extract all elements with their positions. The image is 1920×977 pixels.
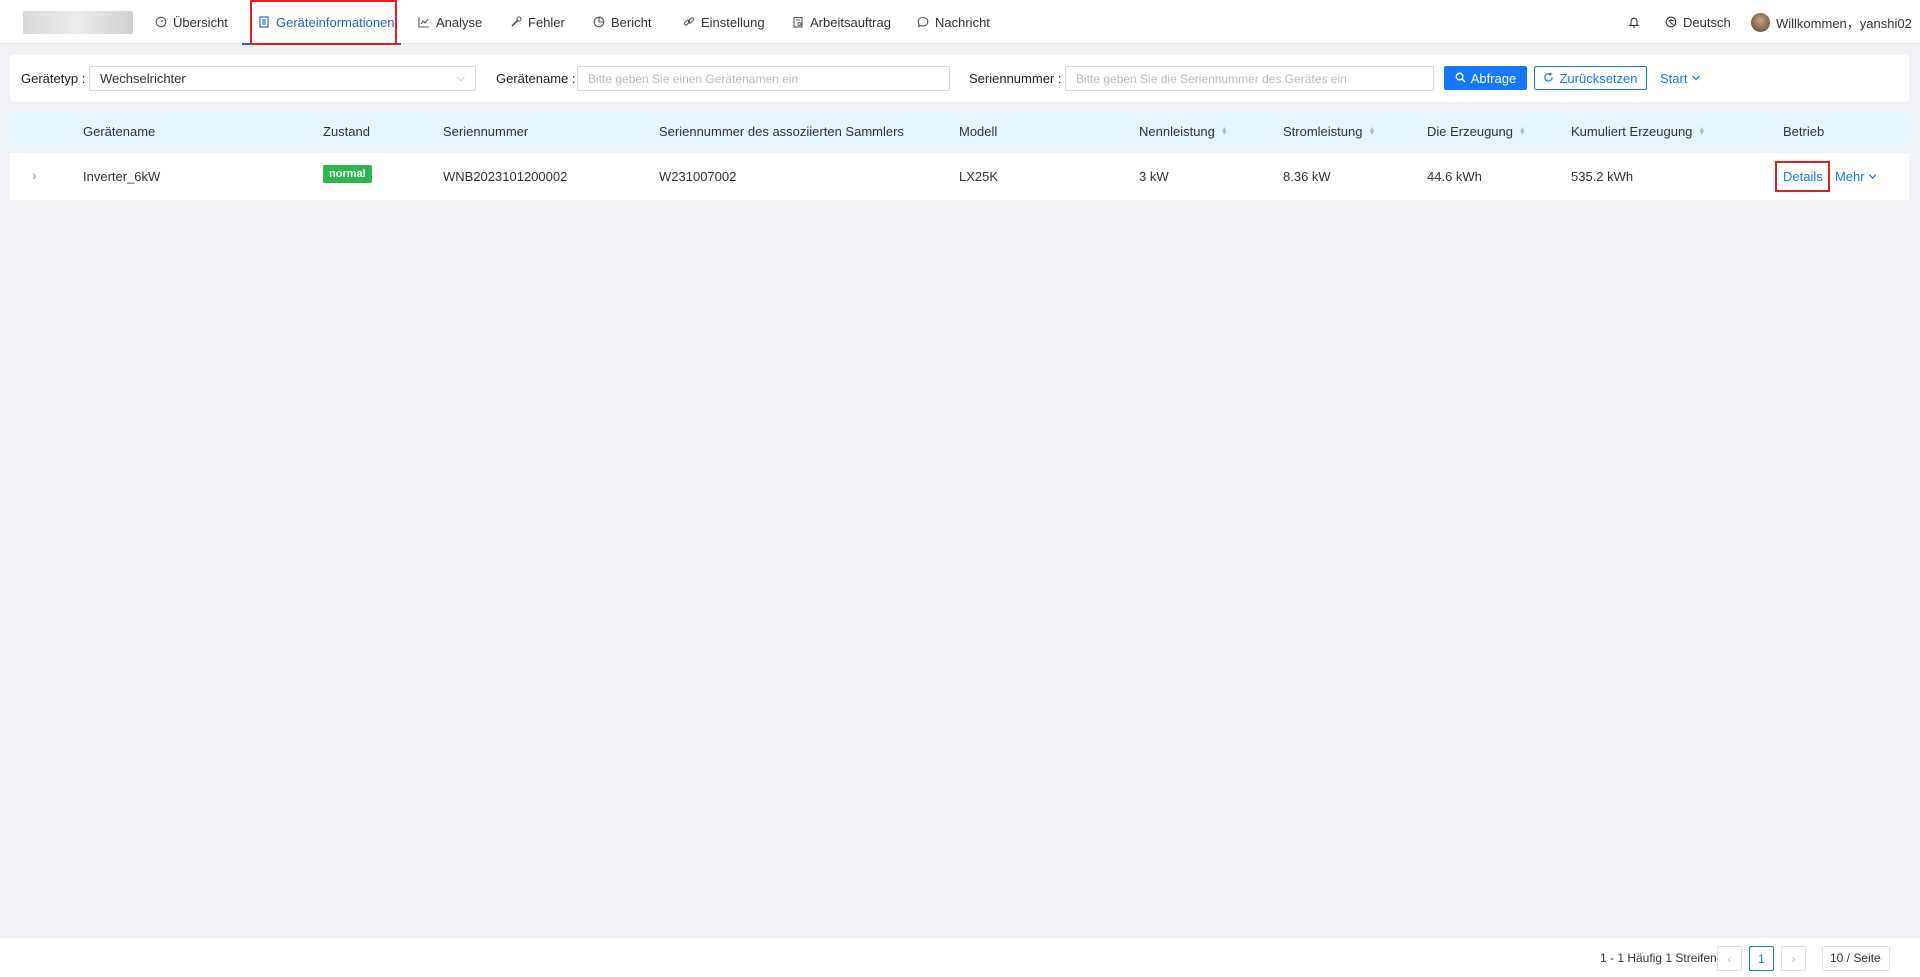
chevron-right-icon[interactable]: › — [32, 167, 37, 183]
language-label: Deutsch — [1683, 14, 1731, 30]
chevron-down-icon: ⌵ — [1875, 953, 1883, 964]
nav-item-analysis[interactable]: Analyse — [418, 0, 482, 44]
cell-name: Inverter_6kW — [83, 169, 161, 184]
nav-item-label: Analyse — [436, 14, 483, 30]
column-header-state: Zustand — [323, 124, 370, 139]
reset-button[interactable]: Zurücksetzen — [1534, 66, 1647, 90]
column-header-name: Gerätename — [83, 124, 156, 139]
device-name-input[interactable] — [577, 66, 950, 91]
nav-item-overview[interactable]: Übersicht — [155, 0, 228, 44]
query-button[interactable]: Abfrage — [1444, 66, 1527, 90]
nav-item-label: Arbeitsauftrag — [810, 14, 891, 30]
refresh-icon — [1543, 71, 1554, 86]
language-icon — [1665, 16, 1677, 28]
device-name-label: Gerätename : — [496, 71, 576, 86]
nav-item-label: Übersicht — [173, 14, 228, 30]
user-menu[interactable]: Willkommen，yanshi02 — [1751, 0, 1912, 44]
nav-item-label: Einstellung — [701, 14, 765, 30]
cell-collector-serial: W231007002 — [659, 169, 737, 184]
chevron-down-icon — [1691, 71, 1701, 86]
top-navigation-bar: Übersicht Geräteinformationen Analyse Fe… — [0, 0, 1920, 45]
chevron-down-icon — [1868, 169, 1877, 184]
nav-item-settings[interactable]: Einstellung — [683, 0, 765, 44]
page-size-select[interactable]: 10 / Seite ⌵ — [1822, 946, 1890, 971]
table-row: › Inverter_6kW normal WNB2023101200002 W… — [10, 153, 1909, 200]
device-type-label: Gerätetyp : — [21, 71, 86, 86]
sort-icon[interactable]: ▲ ▼ — [1698, 126, 1705, 137]
welcome-text: Willkommen，yanshi02 — [1776, 15, 1912, 31]
chevron-left-icon: ‹ — [1727, 951, 1732, 966]
column-header-current-power[interactable]: Stromleistung ▲ ▼ — [1283, 124, 1375, 139]
pie-chart-icon — [593, 16, 605, 28]
column-header-cumulative[interactable]: Kumuliert Erzeugung ▲ ▼ — [1571, 124, 1705, 139]
query-button-label: Abfrage — [1470, 70, 1517, 86]
nav-item-message[interactable]: Nachricht — [917, 0, 990, 44]
wrench-icon — [510, 16, 522, 28]
column-header-collector-serial: Seriennummer des assoziierten Sammlers — [659, 124, 904, 139]
nav-item-work-order[interactable]: Arbeitsauftrag — [792, 0, 891, 44]
reset-button-label: Zurücksetzen — [1559, 70, 1638, 86]
table-header: Gerätename Zustand Seriennummer Seriennu… — [10, 112, 1909, 149]
more-dropdown[interactable]: Mehr — [1835, 169, 1877, 184]
link-icon — [683, 16, 695, 28]
search-icon — [1455, 71, 1466, 86]
pagination-bar: 1 - 1 Häufig 1 Streifen ‹ 1 › 10 / Seite… — [0, 938, 1920, 977]
column-header-model: Modell — [959, 124, 998, 139]
nav-item-fault[interactable]: Fehler — [510, 0, 565, 44]
sort-icon[interactable]: ▲ ▼ — [1368, 126, 1375, 137]
logo[interactable] — [23, 11, 133, 34]
column-header-rated-power[interactable]: Nennleistung ▲ ▼ — [1139, 124, 1228, 139]
page-button-current[interactable]: 1 — [1749, 946, 1774, 971]
next-page-button[interactable]: › — [1781, 946, 1806, 971]
cell-cumulative: 535.2 kWh — [1571, 169, 1634, 184]
serial-label: Seriennummer : — [969, 71, 1062, 86]
cell-rated-power: 3 kW — [1139, 169, 1169, 184]
column-header-serial: Seriennummer — [443, 124, 529, 139]
nav-item-report[interactable]: Bericht — [593, 0, 651, 44]
more-label: Mehr — [1835, 169, 1865, 184]
status-badge: normal — [323, 165, 372, 183]
nav-item-label: Bericht — [611, 14, 652, 30]
page-size-value: 10 / Seite — [1830, 951, 1881, 965]
line-chart-icon — [418, 16, 430, 28]
avatar — [1751, 12, 1770, 32]
device-type-select[interactable]: Wechselrichter ⌵ — [89, 66, 476, 91]
column-header-operation: Betrieb — [1783, 124, 1825, 139]
dashboard-icon — [155, 16, 167, 28]
start-expand-link[interactable]: Start — [1660, 66, 1701, 90]
chevron-right-icon: › — [1791, 951, 1796, 966]
language-selector[interactable]: Deutsch — [1665, 0, 1731, 44]
chat-bubble-icon — [917, 16, 929, 28]
cell-generation: 44.6 kWh — [1427, 169, 1482, 184]
column-header-generation[interactable]: Die Erzeugung ▲ ▼ — [1427, 124, 1526, 139]
nav-item-label: Nachricht — [935, 14, 990, 30]
bell-icon — [1628, 16, 1640, 28]
sort-icon[interactable]: ▲ ▼ — [1519, 126, 1526, 137]
clipboard-icon — [792, 16, 804, 28]
cell-serial: WNB2023101200002 — [443, 169, 568, 184]
notification-button[interactable] — [1628, 0, 1640, 44]
prev-page-button[interactable]: ‹ — [1717, 946, 1742, 971]
page-number: 1 — [1758, 951, 1765, 966]
cell-current-power: 8.36 kW — [1283, 169, 1331, 184]
nav-item-label: Fehler — [528, 14, 565, 30]
start-link-label: Start — [1660, 70, 1688, 86]
serial-input[interactable] — [1065, 66, 1434, 91]
highlight-box-device-info — [250, 0, 397, 45]
chevron-down-icon: ⌵ — [456, 72, 465, 84]
pagination-summary: 1 - 1 Häufig 1 Streifen — [1600, 951, 1717, 965]
highlight-box-details — [1775, 161, 1830, 192]
cell-model: LX25K — [959, 169, 999, 184]
device-type-value: Wechselrichter — [100, 71, 186, 86]
sort-icon[interactable]: ▲ ▼ — [1221, 126, 1228, 137]
